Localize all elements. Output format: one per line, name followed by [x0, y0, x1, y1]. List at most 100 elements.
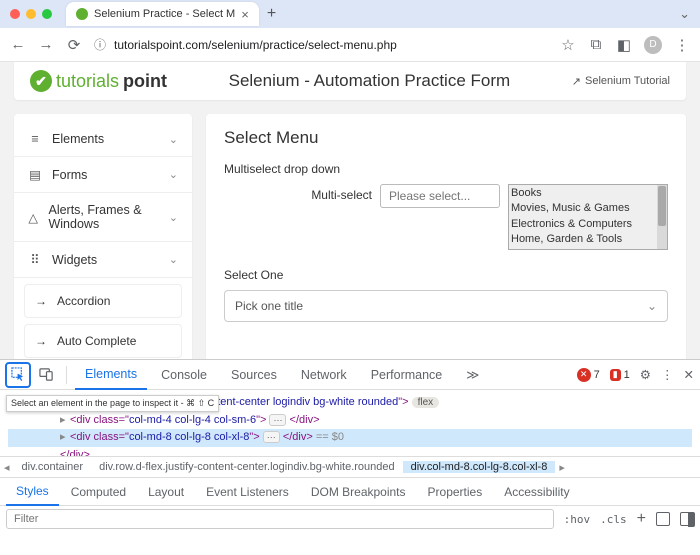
option-movies[interactable]: Movies, Music & Games	[511, 201, 665, 216]
ellipsis-icon[interactable]: ⋯	[269, 414, 286, 426]
option-electronics[interactable]: Electronics & Computers	[511, 217, 665, 232]
sidebar-item-widgets[interactable]: ⠿ Widgets ⌄	[14, 242, 192, 278]
cls-toggle[interactable]: .cls	[600, 513, 627, 526]
submenu-label: Auto Complete	[57, 334, 136, 348]
logo-icon: ✔	[30, 70, 52, 92]
tab-computed[interactable]: Computed	[61, 478, 136, 506]
extensions-icon[interactable]: ⧉	[588, 36, 604, 53]
gear-icon[interactable]: ⚙	[640, 367, 651, 382]
tabs-overflow-icon[interactable]: ⌄	[679, 6, 690, 22]
tab-sources[interactable]: Sources	[221, 360, 287, 390]
computed-panel-icon[interactable]	[656, 512, 670, 526]
sidebar-item-forms[interactable]: ▤ Forms ⌄	[14, 157, 192, 193]
error-count[interactable]: ✕7	[577, 368, 600, 382]
issue-count[interactable]: ▮1	[610, 369, 630, 381]
scrollbar-thumb[interactable]	[658, 186, 666, 226]
tab-event-listeners[interactable]: Event Listeners	[196, 478, 299, 506]
forward-button[interactable]: →	[38, 36, 54, 53]
chevron-down-icon: ⌄	[647, 299, 657, 313]
layout-badge[interactable]: flex	[412, 397, 440, 408]
tab-layout[interactable]: Layout	[138, 478, 194, 506]
dom-tag: <div class="	[70, 414, 129, 426]
site-logo[interactable]: ✔ tutorialspoint	[30, 70, 167, 92]
ellipsis-icon[interactable]: ⋯	[263, 431, 280, 443]
tab-close-icon[interactable]: ×	[241, 7, 249, 22]
new-tab-button[interactable]: +	[267, 5, 276, 23]
crumb-selected[interactable]: div.col-md-8.col-lg-8.col-xl-8	[403, 461, 556, 473]
logo-text-2: point	[123, 71, 167, 92]
favicon-icon	[76, 8, 88, 20]
dom-attr-value: col-md-8 col-lg-8 col-xl-8	[129, 431, 249, 443]
expand-toggle-icon[interactable]: ▸	[60, 429, 70, 447]
dom-tag: </div>	[290, 414, 320, 426]
sidebar-item-label: Widgets	[52, 253, 97, 267]
kebab-menu-icon[interactable]: ⋮	[661, 367, 674, 382]
expand-toggle-icon[interactable]: ▸	[60, 412, 70, 430]
tutorial-link[interactable]: ↗ Selenium Tutorial	[572, 75, 670, 88]
select-one-heading: Select One	[224, 268, 668, 282]
sidebar-item-alerts[interactable]: △ Alerts, Frames & Windows ⌄	[14, 193, 192, 242]
site-info-icon[interactable]: ⓘ	[94, 36, 106, 53]
sidebar-item-elements[interactable]: ≡ Elements ⌄	[14, 122, 192, 157]
reload-button[interactable]: ⟳	[66, 36, 82, 54]
crumb-prev-icon[interactable]: ◂	[0, 461, 14, 474]
dom-eq-hint: == $0	[313, 431, 344, 443]
url-text: tutorialspoint.com/selenium/practice/sel…	[114, 38, 397, 52]
dom-breadcrumbs[interactable]: ◂ div.container div.row.d-flex.justify-c…	[0, 456, 700, 478]
device-toggle-button[interactable]	[34, 363, 58, 387]
option-books[interactable]: Books	[511, 186, 665, 201]
traffic-lights	[10, 9, 52, 19]
crumb-container[interactable]: div.container	[14, 461, 92, 473]
logo-text-1: tutorials	[56, 71, 119, 92]
tutorial-link-label: Selenium Tutorial	[585, 75, 670, 87]
tab-console[interactable]: Console	[151, 360, 217, 390]
multi-select-label: Multi-select	[311, 184, 372, 202]
chevron-down-icon: ⌄	[169, 253, 178, 266]
close-window-icon[interactable]	[10, 9, 20, 19]
hov-toggle[interactable]: :hov	[564, 513, 591, 526]
listbox-scrollbar[interactable]	[657, 185, 667, 249]
tab-performance[interactable]: Performance	[361, 360, 453, 390]
chevron-down-icon: ⌄	[169, 211, 178, 224]
dom-tag: <div class="	[70, 431, 129, 443]
maximize-window-icon[interactable]	[42, 9, 52, 19]
close-devtools-icon[interactable]: ✕	[684, 367, 694, 382]
browser-tab[interactable]: Selenium Practice - Select M ×	[66, 2, 259, 26]
tab-properties[interactable]: Properties	[418, 478, 493, 506]
dom-selected-node[interactable]: ▸<div class="col-md-8 col-lg-8 col-xl-8"…	[8, 429, 692, 447]
inspect-element-button[interactable]	[6, 363, 30, 387]
toggle-sidebar-icon[interactable]	[680, 512, 694, 526]
multi-select-input[interactable]	[380, 184, 500, 208]
styles-filter-row: :hov .cls +	[0, 506, 700, 532]
profile-avatar[interactable]: D	[644, 36, 662, 54]
sidebar: ≡ Elements ⌄ ▤ Forms ⌄ △ Alerts, Frames …	[14, 114, 192, 359]
minimize-window-icon[interactable]	[26, 9, 36, 19]
page-body: ✔ tutorialspoint Selenium - Automation P…	[0, 62, 700, 359]
grid-icon: ⠿	[28, 252, 42, 267]
tab-elements[interactable]: Elements	[75, 360, 147, 390]
tab-styles[interactable]: Styles	[6, 478, 59, 506]
page-header: ✔ tutorialspoint Selenium - Automation P…	[14, 62, 686, 100]
submenu-accordion[interactable]: →Accordion	[24, 284, 182, 318]
tab-network[interactable]: Network	[291, 360, 357, 390]
crumb-next-icon[interactable]: ▸	[555, 461, 569, 474]
option-home[interactable]: Home, Garden & Tools	[511, 232, 665, 247]
panel-icon[interactable]: ◧	[616, 36, 632, 54]
submenu-autocomplete[interactable]: →Auto Complete	[24, 324, 182, 358]
back-button[interactable]: ←	[10, 36, 26, 53]
list-icon: ≡	[28, 132, 42, 146]
styles-filter-input[interactable]	[6, 509, 554, 529]
tab-accessibility[interactable]: Accessibility	[494, 478, 579, 506]
browser-toolbar: ← → ⟳ ⓘ tutorialspoint.com/selenium/prac…	[0, 28, 700, 62]
menu-icon[interactable]: ⋮	[674, 36, 690, 54]
new-style-button[interactable]: +	[637, 510, 646, 528]
form-icon: ▤	[28, 167, 42, 182]
bookmark-icon[interactable]: ☆	[560, 36, 576, 54]
dom-tag: ">	[398, 396, 408, 408]
select-one-dropdown[interactable]: Pick one title ⌄	[224, 290, 668, 322]
crumb-row[interactable]: div.row.d-flex.justify-content-center.lo…	[91, 461, 403, 473]
address-bar[interactable]: ⓘ tutorialspoint.com/selenium/practice/s…	[94, 36, 548, 53]
multi-select-listbox[interactable]: Books Movies, Music & Games Electronics …	[508, 184, 668, 250]
tabs-more-button[interactable]: ≫	[456, 360, 489, 390]
tab-dom-breakpoints[interactable]: DOM Breakpoints	[301, 478, 416, 506]
